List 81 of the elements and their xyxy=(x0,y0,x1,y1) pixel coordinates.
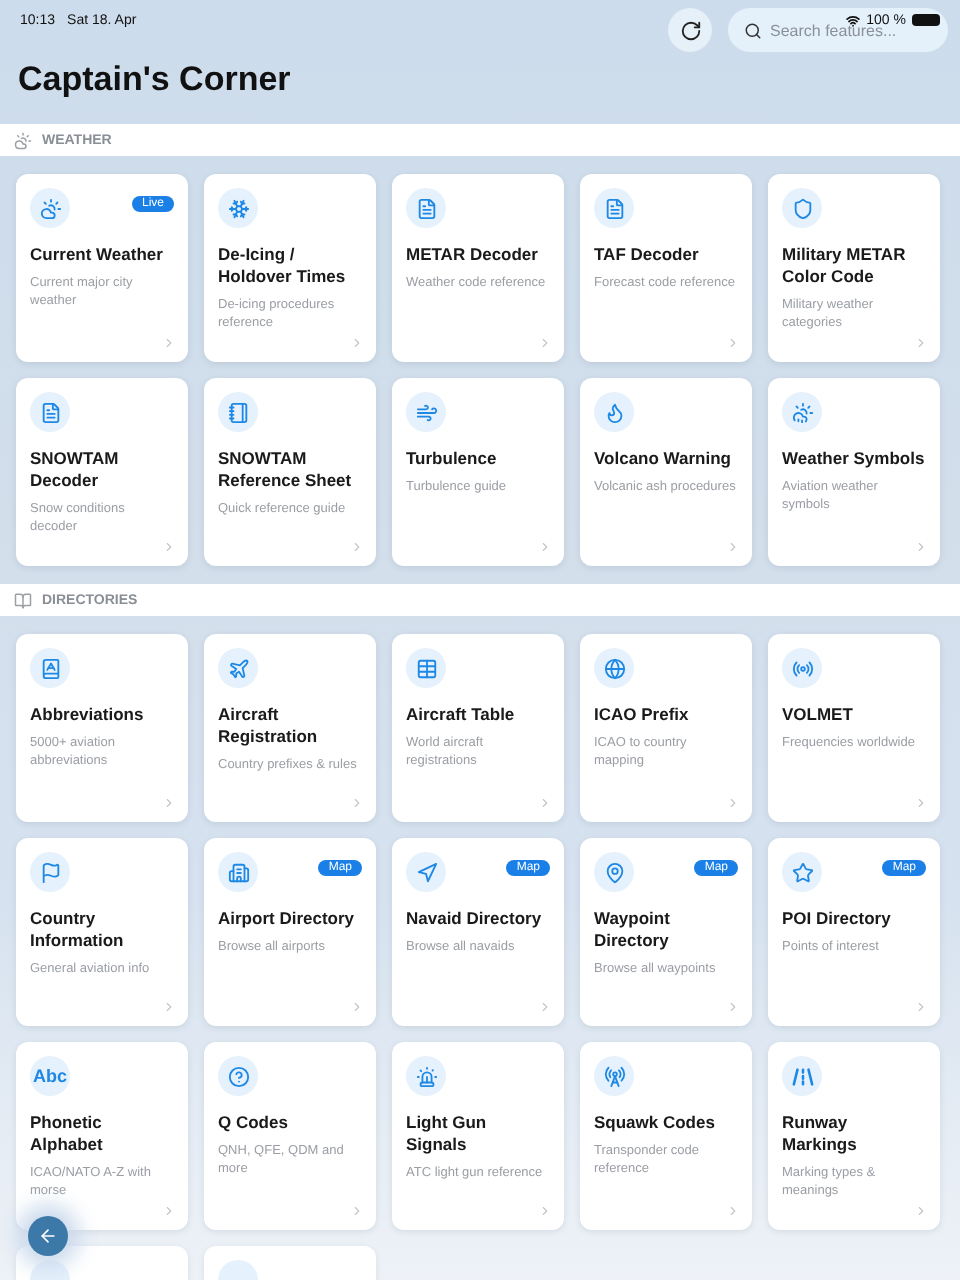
card-title: SNOWTAM Decoder xyxy=(30,448,121,492)
runway-markings-icon xyxy=(782,1056,822,1096)
chevron-icon xyxy=(162,1204,176,1218)
chevron-icon xyxy=(538,540,552,554)
chevron-icon xyxy=(726,1000,740,1014)
chevron-icon xyxy=(538,1204,552,1218)
plane-icon xyxy=(218,648,258,688)
card-title: Turbulence xyxy=(406,448,499,470)
chevron-icon xyxy=(914,1000,928,1014)
chevron-icon xyxy=(726,1204,740,1218)
chevron-icon xyxy=(538,336,552,350)
battery-icon xyxy=(912,14,940,26)
question-icon xyxy=(218,1056,258,1096)
chevron-icon xyxy=(914,540,928,554)
card-title: Phonetic Alphabet xyxy=(30,1112,105,1156)
chevron-icon xyxy=(726,796,740,810)
card-title: Current Weather xyxy=(30,244,165,266)
chevron-icon xyxy=(538,796,552,810)
notebook-icon xyxy=(218,392,258,432)
document-icon xyxy=(30,392,70,432)
chevron-icon xyxy=(350,1000,364,1014)
card-title: VOLMET xyxy=(782,704,855,726)
document-icon xyxy=(594,188,634,228)
card-title: Runway Markings xyxy=(782,1112,859,1156)
card-title: Aircraft Table xyxy=(406,704,517,726)
card-title: Abbreviations xyxy=(30,704,146,726)
card-title: Aircraft Registration xyxy=(218,704,320,748)
card-title: Squawk Codes xyxy=(594,1112,717,1134)
chevron-icon xyxy=(162,796,176,810)
wifi-icon xyxy=(846,13,861,27)
cloud-sun-icon xyxy=(14,131,32,149)
flag-icon xyxy=(30,852,70,892)
refresh-button[interactable] xyxy=(668,8,712,52)
card-title: SNOWTAM Reference Sheet xyxy=(218,448,354,492)
pin-icon xyxy=(594,852,634,892)
shield-icon xyxy=(782,188,822,228)
chevron-icon xyxy=(726,540,740,554)
cloud-sun-icon xyxy=(30,188,70,228)
card-title: Military METAR Color Code xyxy=(782,244,908,288)
card-title: ICAO Prefix xyxy=(594,704,691,726)
chevron-icon xyxy=(162,540,176,554)
card-title: Light Gun Signals xyxy=(406,1112,489,1156)
back-arrow-icon xyxy=(38,1226,58,1246)
table-icon xyxy=(406,648,446,688)
card-title: TAF Decoder xyxy=(594,244,701,266)
card-title: Volcano Warning xyxy=(594,448,733,470)
refresh-icon xyxy=(679,19,701,41)
broadcast-icon xyxy=(594,1056,634,1096)
card-title: Airport Directory xyxy=(218,908,357,930)
card-title: Navaid Directory xyxy=(406,908,544,930)
radio-signal-icon xyxy=(782,648,822,688)
flame-icon xyxy=(594,392,634,432)
globe-icon xyxy=(594,648,634,688)
chevron-icon xyxy=(538,1000,552,1014)
address-book-icon xyxy=(30,648,70,688)
chevron-icon xyxy=(914,1204,928,1218)
card-title: Waypoint Directory xyxy=(594,908,672,952)
card-title: METAR Decoder xyxy=(406,244,540,266)
chevron-icon xyxy=(350,1204,364,1218)
chevron-icon xyxy=(914,336,928,350)
book-icon xyxy=(14,591,32,609)
snowflake-icon xyxy=(218,188,258,228)
chevron-icon xyxy=(726,336,740,350)
chevron-icon xyxy=(350,796,364,810)
chevron-icon xyxy=(350,336,364,350)
card-title: Q Codes xyxy=(218,1112,290,1134)
chevron-icon xyxy=(914,796,928,810)
document-icon xyxy=(406,188,446,228)
chevron-icon xyxy=(162,336,176,350)
card-title: Weather Symbols xyxy=(782,448,926,470)
page-title: Captain's Corner xyxy=(18,60,293,102)
building-icon xyxy=(218,852,258,892)
card-title: Country Information xyxy=(30,908,126,952)
chevron-icon xyxy=(162,1000,176,1014)
chevron-icon xyxy=(350,540,364,554)
cloud-sun-rain-icon xyxy=(782,392,822,432)
card-title: POI Directory xyxy=(782,908,893,930)
wind-icon xyxy=(406,392,446,432)
card-title: De-Icing / Holdover Times xyxy=(218,244,348,288)
alphabet-icon: Abc xyxy=(30,1056,70,1096)
siren-icon xyxy=(406,1056,446,1096)
